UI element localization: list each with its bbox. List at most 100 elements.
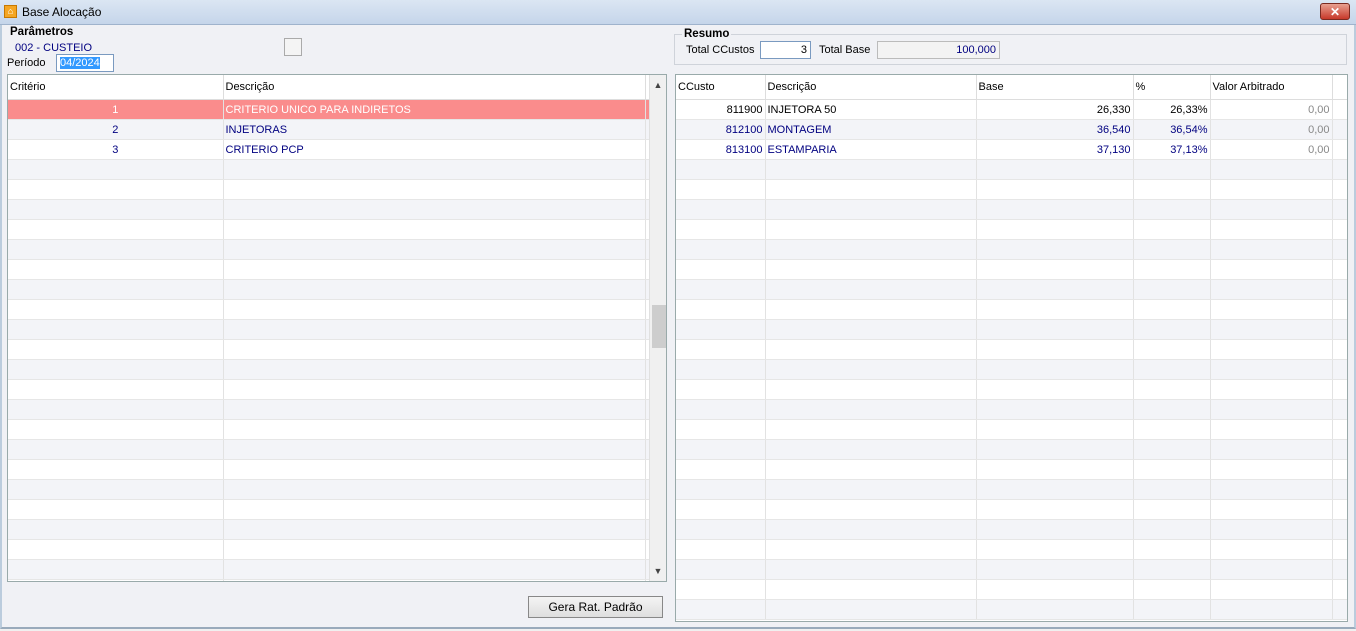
total-ccustos-field: 3 xyxy=(760,41,811,59)
empty-row[interactable] xyxy=(8,299,651,320)
option-checkbox[interactable] xyxy=(284,38,302,56)
empty-row[interactable] xyxy=(8,379,651,400)
col-valor-arbitrado[interactable]: Valor Arbitrado xyxy=(1210,75,1333,100)
empty-row[interactable] xyxy=(8,399,651,420)
periodo-input[interactable]: 04/2024 xyxy=(56,54,114,72)
table-row[interactable]: 3 CRITERIO PCP xyxy=(8,139,651,160)
criterio-scrollbar[interactable]: ▲ ▼ xyxy=(649,75,666,581)
cell-percent: 37,13% xyxy=(1133,139,1211,160)
cell-valor[interactable]: 0,00 xyxy=(1210,139,1333,160)
periodo-label: Período xyxy=(7,57,46,69)
empty-row[interactable] xyxy=(676,359,1347,380)
empty-row[interactable] xyxy=(8,579,651,581)
table-row[interactable]: 2 INJETORAS xyxy=(8,119,651,140)
empty-row[interactable] xyxy=(676,599,1347,620)
scroll-down-icon[interactable]: ▼ xyxy=(650,563,666,579)
empty-row[interactable] xyxy=(8,179,651,200)
col-extra xyxy=(1332,75,1347,100)
total-base-label: Total Base xyxy=(819,44,871,56)
empty-row[interactable] xyxy=(676,239,1347,260)
cell-descricao: INJETORAS xyxy=(223,119,646,140)
cell-criterio: 3 xyxy=(8,139,224,160)
empty-row[interactable] xyxy=(8,159,651,180)
app-icon: ⌂ xyxy=(4,5,17,18)
empty-row[interactable] xyxy=(8,539,651,560)
cell-ccusto: 811900 xyxy=(676,99,766,120)
empty-row[interactable] xyxy=(8,199,651,220)
empty-row[interactable] xyxy=(676,199,1347,220)
cell-base: 36,540 xyxy=(976,119,1134,140)
empty-row[interactable] xyxy=(8,499,651,520)
gera-rat-padrao-button[interactable]: Gera Rat. Padrão xyxy=(528,596,663,618)
empty-row[interactable] xyxy=(8,519,651,540)
cell-criterio: 1 xyxy=(8,99,224,120)
empty-row[interactable] xyxy=(676,379,1347,400)
cell-ccusto: 813100 xyxy=(676,139,766,160)
empty-row[interactable] xyxy=(8,359,651,380)
cell-valor[interactable]: 0,00 xyxy=(1210,99,1333,120)
table-row[interactable]: 812100 MONTAGEM 36,540 36,54% 0,00 xyxy=(676,119,1347,140)
cell-descricao: MONTAGEM xyxy=(765,119,977,140)
resumo-empty-rows xyxy=(676,159,1347,620)
empty-row[interactable] xyxy=(676,319,1347,340)
empty-row[interactable] xyxy=(8,319,651,340)
empty-row[interactable] xyxy=(676,559,1347,580)
cell-extra xyxy=(1332,99,1347,120)
empty-row[interactable] xyxy=(676,259,1347,280)
total-base-field: 100,000 xyxy=(877,41,1000,59)
scroll-thumb[interactable] xyxy=(652,305,666,348)
empty-row[interactable] xyxy=(676,439,1347,460)
empty-row[interactable] xyxy=(676,299,1347,320)
scroll-up-icon[interactable]: ▲ xyxy=(650,77,666,93)
empty-row[interactable] xyxy=(8,439,651,460)
params-group-label: Parâmetros xyxy=(10,26,74,38)
empty-row[interactable] xyxy=(676,519,1347,540)
cell-extra xyxy=(1332,139,1347,160)
resumo-grid[interactable]: CCusto Descrição Base % Valor Arbitrado … xyxy=(675,74,1348,622)
empty-row[interactable] xyxy=(8,419,651,440)
cell-extra xyxy=(1332,119,1347,140)
total-ccustos-label: Total CCustos xyxy=(686,44,755,56)
table-row[interactable]: 1 CRITERIO UNICO PARA INDIRETOS xyxy=(8,99,651,120)
empty-row[interactable] xyxy=(676,419,1347,440)
cell-ccusto: 812100 xyxy=(676,119,766,140)
custeio-label: 002 - CUSTEIO xyxy=(15,42,93,54)
cell-base: 26,330 xyxy=(976,99,1134,120)
empty-row[interactable] xyxy=(676,459,1347,480)
resumo-table: CCusto Descrição Base % Valor Arbitrado … xyxy=(676,75,1347,620)
table-row[interactable]: 811900 INJETORA 50 26,330 26,33% 0,00 xyxy=(676,99,1347,120)
col-descricao[interactable]: Descrição xyxy=(765,75,977,100)
empty-row[interactable] xyxy=(676,479,1347,500)
col-descricao[interactable]: Descrição xyxy=(223,75,646,100)
resumo-header-row: CCusto Descrição Base % Valor Arbitrado xyxy=(676,75,1347,100)
empty-row[interactable] xyxy=(8,559,651,580)
empty-row[interactable] xyxy=(8,219,651,240)
empty-row[interactable] xyxy=(8,459,651,480)
empty-row[interactable] xyxy=(676,539,1347,560)
close-button[interactable]: ✕ xyxy=(1320,3,1350,20)
empty-row[interactable] xyxy=(8,239,651,260)
empty-row[interactable] xyxy=(676,159,1347,180)
empty-row[interactable] xyxy=(676,579,1347,600)
cell-base: 37,130 xyxy=(976,139,1134,160)
empty-row[interactable] xyxy=(676,279,1347,300)
empty-row[interactable] xyxy=(676,499,1347,520)
criterio-grid[interactable]: Critério Descrição 1 CRITERIO UNICO PARA… xyxy=(7,74,667,582)
empty-row[interactable] xyxy=(676,219,1347,240)
empty-row[interactable] xyxy=(8,339,651,360)
col-criterio[interactable]: Critério xyxy=(8,75,224,100)
empty-row[interactable] xyxy=(8,279,651,300)
empty-row[interactable] xyxy=(676,339,1347,360)
col-ccusto[interactable]: CCusto xyxy=(676,75,766,100)
criterio-table: Critério Descrição 1 CRITERIO UNICO PARA… xyxy=(8,75,651,581)
table-row[interactable]: 813100 ESTAMPARIA 37,130 37,13% 0,00 xyxy=(676,139,1347,160)
empty-row[interactable] xyxy=(8,259,651,280)
col-base[interactable]: Base xyxy=(976,75,1134,100)
criterio-empty-rows xyxy=(8,159,651,581)
empty-row[interactable] xyxy=(676,179,1347,200)
cell-valor[interactable]: 0,00 xyxy=(1210,119,1333,140)
col-percent[interactable]: % xyxy=(1133,75,1211,100)
empty-row[interactable] xyxy=(8,479,651,500)
criterio-header-row: Critério Descrição xyxy=(8,75,651,100)
empty-row[interactable] xyxy=(676,399,1347,420)
